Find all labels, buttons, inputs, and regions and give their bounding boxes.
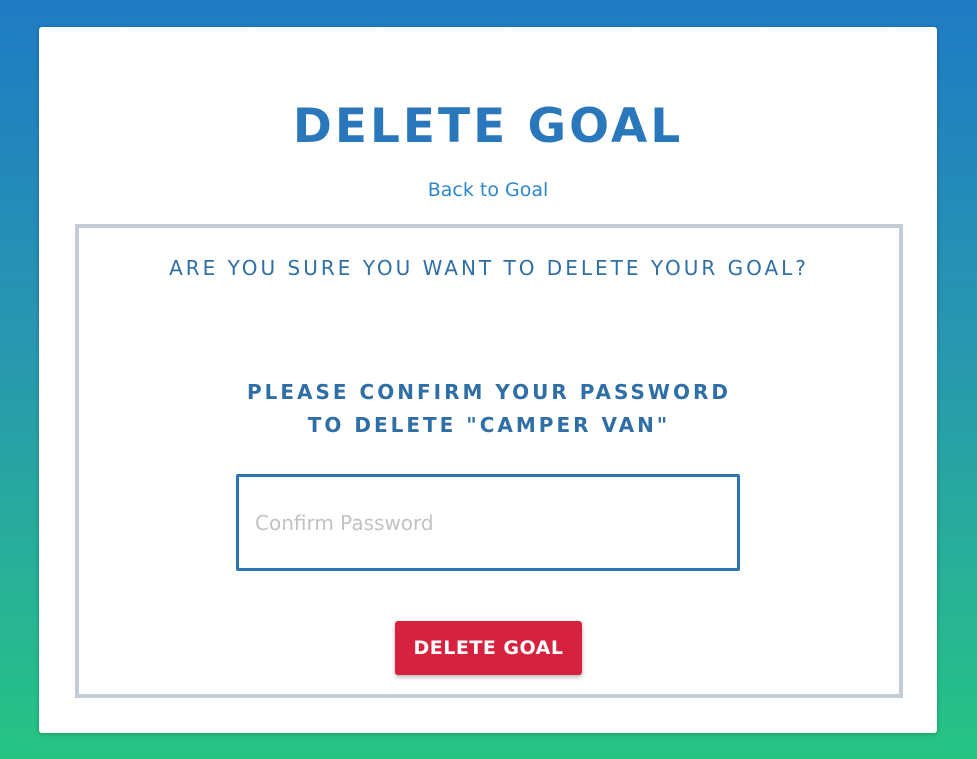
confirmation-panel: ARE YOU SURE YOU WANT TO DELETE YOUR GOA… (75, 224, 903, 698)
confirm-password-input[interactable] (236, 474, 740, 571)
page-title: DELETE GOAL (292, 99, 684, 154)
delete-goal-card: DELETE GOAL Back to Goal ARE YOU SURE YO… (39, 27, 937, 733)
confirmation-question: ARE YOU SURE YOU WANT TO DELETE YOUR GOA… (169, 256, 809, 280)
back-to-goal-link[interactable]: Back to Goal (39, 176, 937, 204)
instruction-line-2: TO DELETE "CAMPER VAN" (307, 413, 671, 437)
password-instruction: PLEASE CONFIRM YOUR PASSWORD TO DELETE "… (79, 376, 899, 442)
instruction-line-1: PLEASE CONFIRM YOUR PASSWORD (246, 380, 731, 404)
delete-goal-button[interactable]: DELETE GOAL (395, 621, 582, 675)
